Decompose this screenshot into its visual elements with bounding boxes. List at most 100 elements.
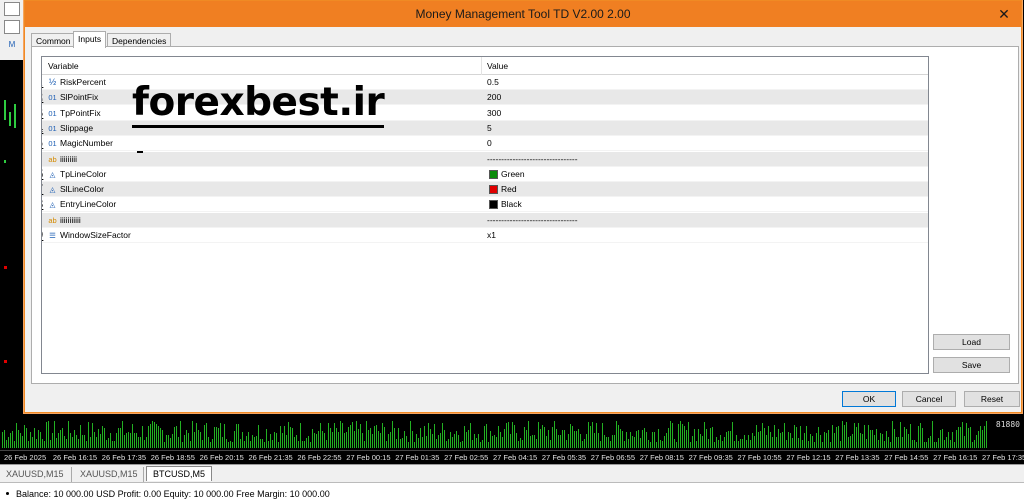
volume-bar (872, 430, 873, 448)
volume-bar (70, 433, 71, 448)
cancel-button[interactable]: Cancel (902, 391, 956, 407)
variable-value[interactable]: 5 (487, 123, 492, 133)
reset-button[interactable]: Reset (964, 391, 1020, 407)
chart-tool-icon[interactable] (4, 2, 20, 16)
grid-row[interactable]: 8 ◬ EntryLineColor Black (42, 197, 928, 213)
close-icon[interactable]: ✕ (995, 5, 1013, 23)
volume-bar (100, 434, 101, 448)
volume-bar (558, 435, 559, 448)
variable-name: RiskPercent (60, 77, 106, 87)
tab-inputs[interactable]: Inputs (73, 31, 107, 48)
volume-bar (624, 441, 625, 448)
volume-bar (374, 426, 375, 448)
line-tool-icon[interactable] (4, 20, 20, 34)
volume-bar (890, 442, 891, 448)
variable-value[interactable]: Black (501, 199, 522, 209)
volume-bar (912, 440, 913, 448)
header-separator[interactable] (481, 57, 482, 75)
volume-bar (102, 426, 103, 448)
volume-bar (80, 425, 81, 448)
color-swatch[interactable] (489, 169, 498, 179)
volume-bar (590, 426, 591, 448)
volume-bar (272, 440, 273, 448)
volume-bar (46, 422, 47, 448)
time-axis-label: 27 Feb 17:35 (982, 453, 1024, 462)
grid-row[interactable]: 5 01MagicNumber 0 (42, 136, 928, 152)
dialog-title: Money Management Tool TD V2.00 2.00 (415, 7, 631, 21)
variable-value[interactable]: 0 (487, 138, 492, 148)
tab-common[interactable]: Common (31, 33, 76, 47)
variable-value[interactable]: x1 (487, 230, 496, 240)
variable-value[interactable]: -------------------------------- (487, 154, 578, 164)
volume-bar (606, 437, 607, 448)
volume-bar (808, 441, 809, 448)
volume-bar (856, 427, 857, 448)
volume-bar (342, 423, 343, 448)
row-number: 7 (42, 182, 43, 197)
grid-row[interactable]: 7 ◬ SlLineColor Red (42, 182, 928, 198)
volume-bar (718, 440, 719, 448)
chart-tab[interactable]: XAUUSD,M15 (74, 467, 144, 482)
volume-bar (348, 427, 349, 448)
volume-bar (788, 432, 789, 448)
variable-value[interactable]: Red (501, 184, 517, 194)
grid-row[interactable]: ab iiiiiiiiiii ---------------------------… (42, 212, 928, 228)
tab-dependencies[interactable]: Dependencies (107, 33, 172, 47)
volume-bar (246, 436, 247, 448)
ok-button[interactable]: OK (842, 391, 896, 407)
volume-bar (482, 440, 483, 448)
volume-bar (242, 432, 243, 448)
volume-bar (130, 433, 131, 448)
chart-tab[interactable]: XAUUSD,M15 (0, 467, 72, 482)
volume-bar (566, 440, 567, 448)
grid-row[interactable]: 9 ☰ WindowSizeFactor x1 (42, 228, 928, 243)
volume-bar (712, 427, 713, 448)
variable-value[interactable]: Green (501, 169, 525, 179)
volume-bar (564, 430, 565, 448)
volume-bar (790, 433, 791, 448)
volume-bar (492, 436, 493, 448)
volume-bar (948, 432, 949, 448)
time-axis-label: 26 Feb 22:55 (297, 453, 342, 462)
color-icon: ◬ (49, 185, 56, 195)
color-swatch[interactable] (489, 200, 498, 210)
volume-bar (370, 428, 371, 448)
grid-row[interactable]: 6 ◬ TpLineColor Green (42, 167, 928, 182)
volume-bar (244, 441, 245, 448)
volume-bar (152, 421, 153, 448)
volume-bar (832, 425, 833, 448)
variable-value[interactable]: 0.5 (487, 77, 499, 87)
load-button[interactable]: Load (933, 334, 1010, 350)
volume-bar (414, 442, 415, 448)
time-axis-label: 27 Feb 08:15 (639, 453, 684, 462)
menu-letter-icon[interactable]: M (4, 40, 20, 54)
volume-bar (550, 440, 551, 448)
color-swatch[interactable] (489, 185, 498, 195)
variable-value[interactable]: 300 (487, 108, 501, 118)
volume-bar (360, 424, 361, 448)
volume-bar (186, 430, 187, 448)
volume-bar (546, 436, 547, 448)
volume-bar (346, 432, 347, 448)
volume-bar (454, 434, 455, 448)
row-number: 1 (42, 75, 43, 90)
volume-bar (722, 441, 723, 448)
time-axis-label: 27 Feb 06:55 (590, 453, 635, 462)
volume-bar (982, 430, 983, 448)
volume-bar (870, 430, 871, 448)
volume-bar (860, 433, 861, 448)
volume-bar (510, 434, 511, 448)
volume-bar (956, 430, 957, 448)
grid-row[interactable]: ab iiiiiiiii -----------------------------… (42, 151, 928, 167)
chart-tab[interactable]: BTCUSD,M5 (146, 466, 212, 481)
dialog-titlebar[interactable]: Money Management Tool TD V2.00 2.00 ✕ (25, 1, 1021, 27)
volume-bar (182, 442, 183, 448)
row-number: 9 (42, 228, 43, 243)
volume-bar (666, 433, 667, 448)
volume-bar (612, 435, 613, 448)
save-button[interactable]: Save (933, 357, 1010, 373)
variable-value[interactable]: 200 (487, 92, 501, 102)
variable-value[interactable]: -------------------------------- (487, 215, 578, 225)
header-variable[interactable]: Variable (48, 61, 79, 71)
header-value[interactable]: Value (487, 61, 508, 71)
